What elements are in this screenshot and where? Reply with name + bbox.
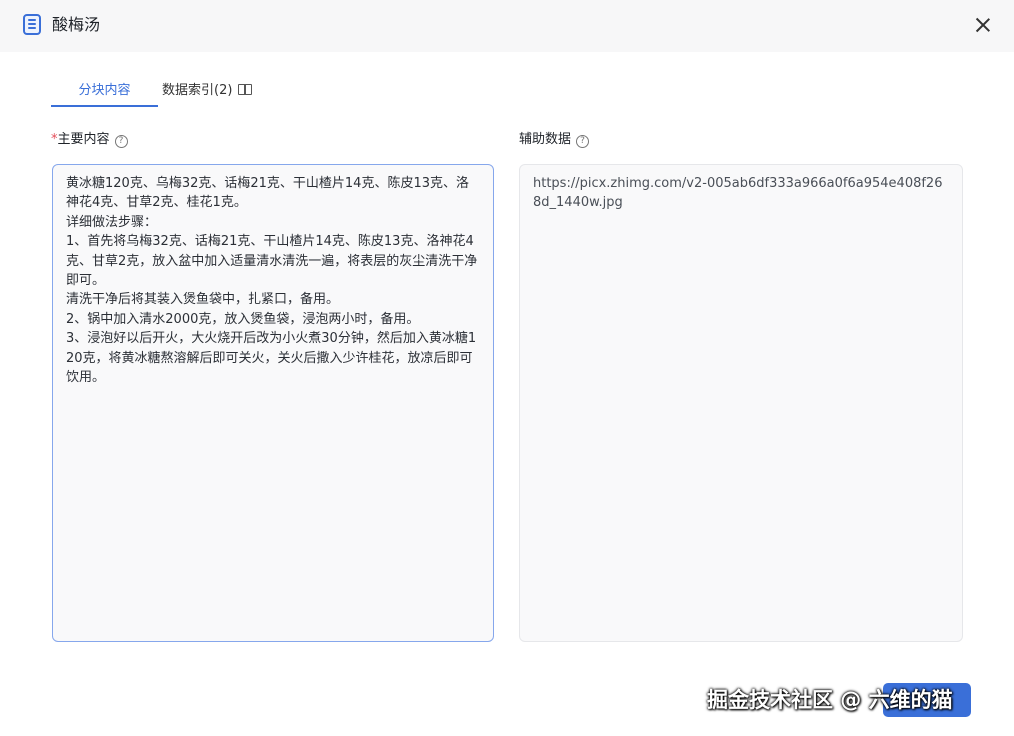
close-icon[interactable]: [973, 15, 993, 35]
main-content-textarea[interactable]: 黄冰糖120克、乌梅32克、话梅21克、干山楂片14克、陈皮13克、洛神花4克、…: [52, 164, 494, 642]
question-circle-icon[interactable]: ?: [114, 135, 128, 148]
main-content-label: *主要内容?: [51, 130, 128, 150]
tab-label: 分块内容: [78, 83, 131, 98]
tab-chunk-content[interactable]: 分块内容: [51, 78, 158, 107]
document-list-icon: [23, 14, 41, 35]
aux-data-textarea[interactable]: https://picx.zhimg.com/v2-005ab6df333a96…: [519, 164, 963, 642]
book-icon: [238, 84, 253, 95]
aux-data-label-text: 辅助数据: [519, 132, 572, 147]
tab-label: 数据索引(2): [162, 83, 233, 98]
main-content-label-text: 主要内容: [57, 132, 110, 147]
tab-data-index[interactable]: 数据索引(2): [162, 78, 253, 107]
confirm-button[interactable]: [883, 683, 971, 717]
question-circle-icon[interactable]: ?: [576, 135, 590, 148]
aux-data-label: 辅助数据?: [519, 130, 590, 150]
dialog-header: 酸梅汤: [0, 0, 1014, 52]
dialog-title: 酸梅汤: [52, 15, 101, 34]
